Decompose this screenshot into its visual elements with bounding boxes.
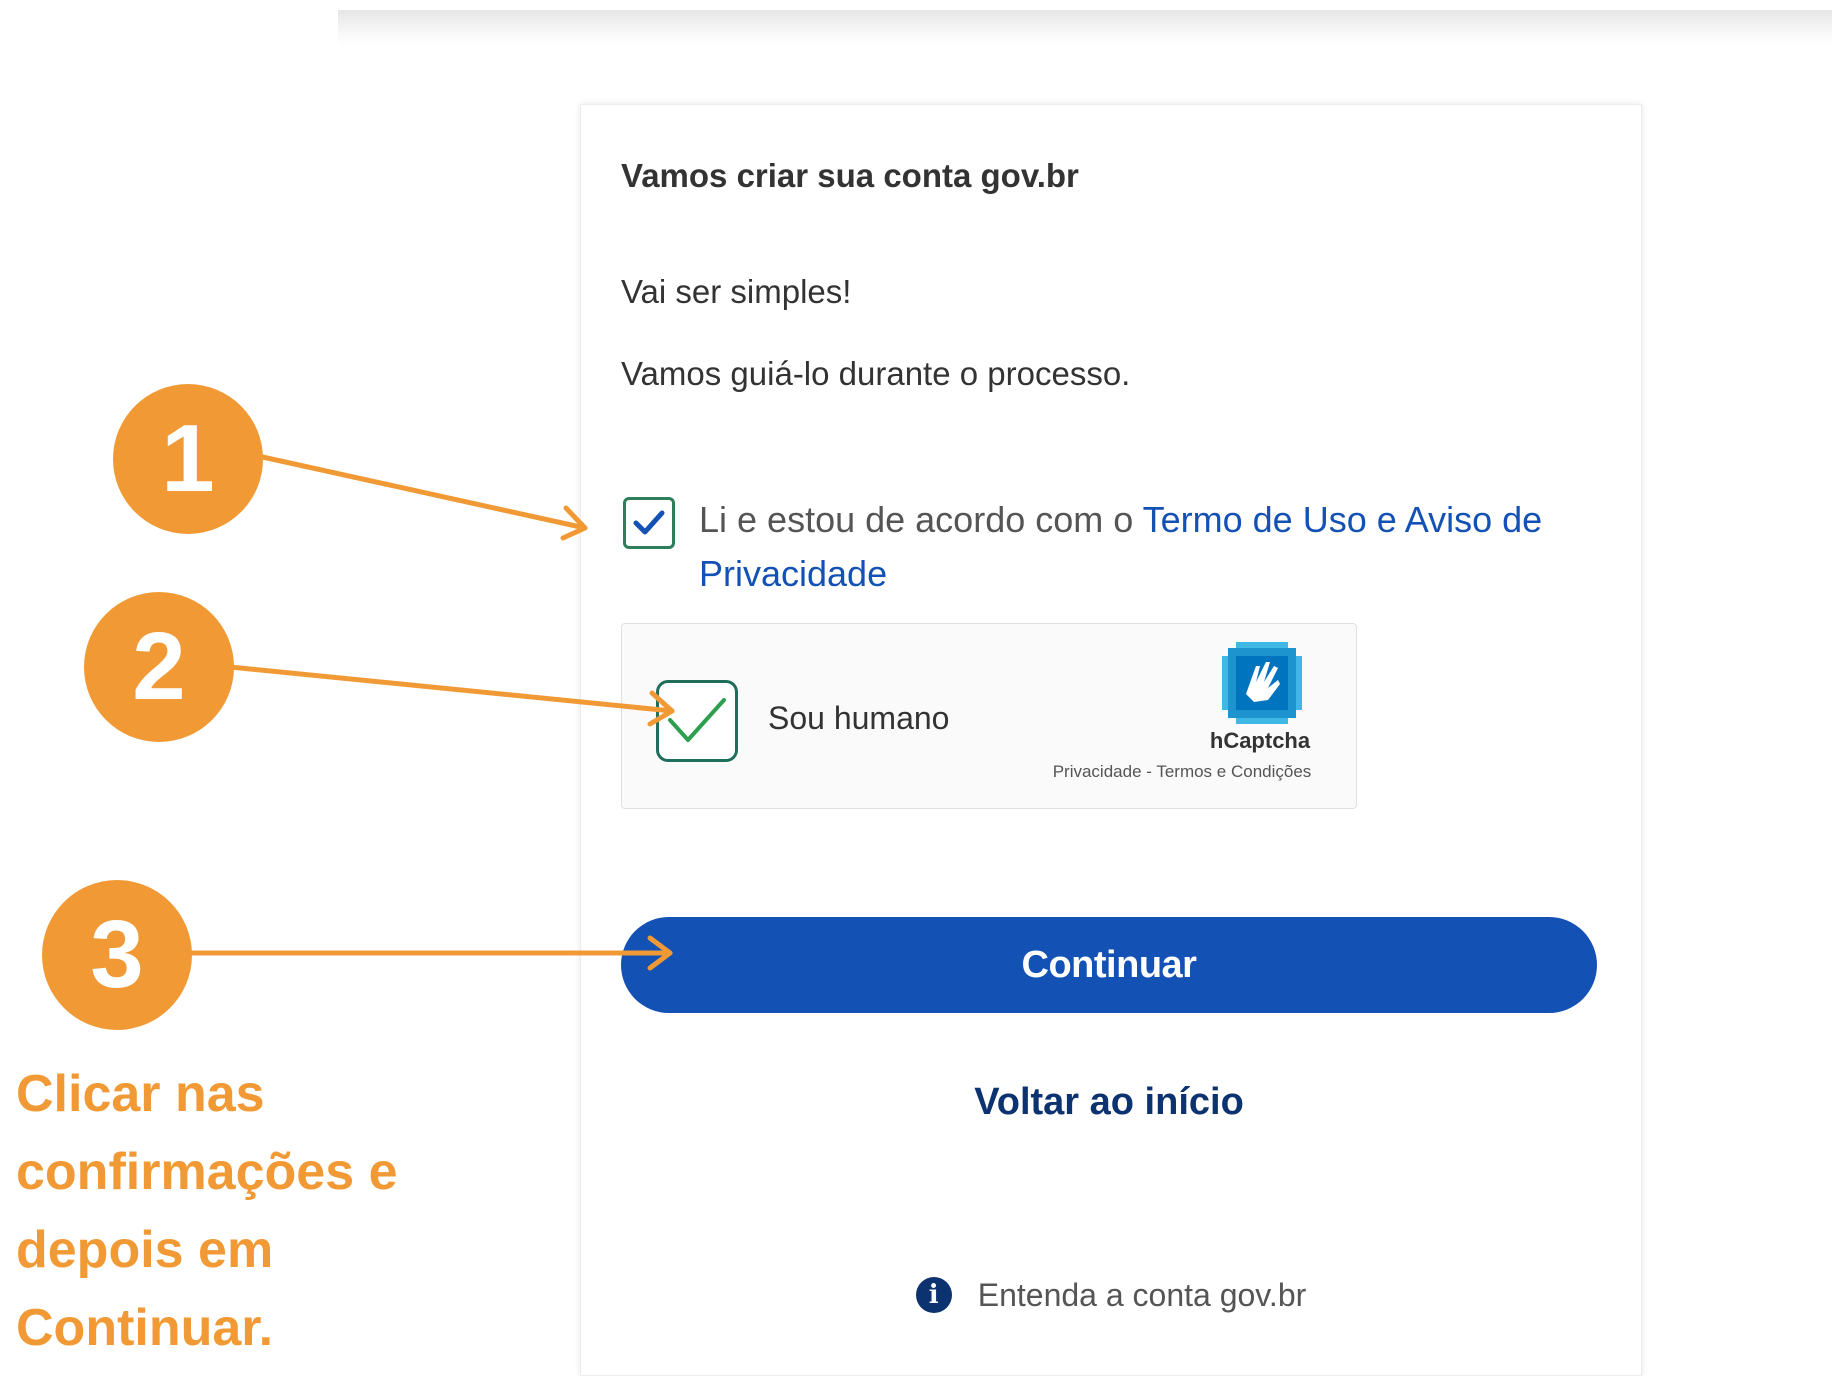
instruction-line: Clicar nas <box>16 1065 265 1123</box>
step-badge-1: 1 <box>113 384 263 534</box>
instruction-line: depois em <box>16 1221 274 1279</box>
arrow-step-1 <box>255 453 588 531</box>
instruction-line: Continuar. <box>16 1299 274 1357</box>
instruction-text: Clicar nas confirmações e depois em Cont… <box>16 1055 456 1367</box>
step-badge-3: 3 <box>42 880 192 1030</box>
step-badge-2: 2 <box>84 592 234 742</box>
instruction-line: confirmações e <box>16 1143 398 1201</box>
arrow-step-2 <box>227 664 675 714</box>
